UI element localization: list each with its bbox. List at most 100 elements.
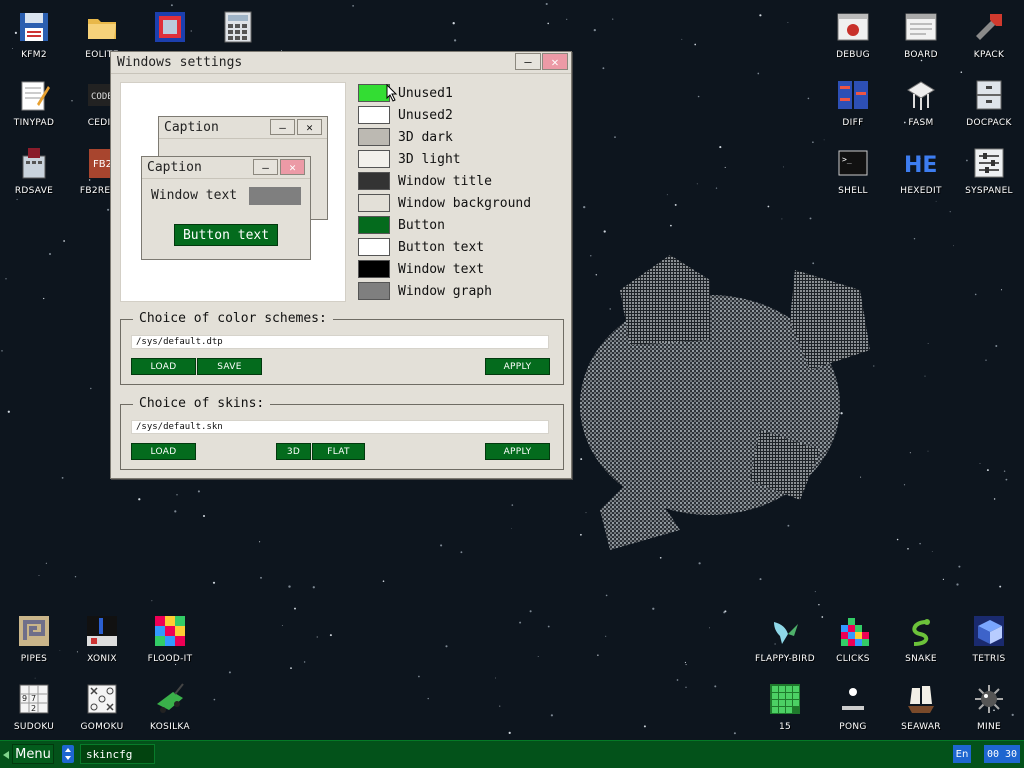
star: [759, 14, 762, 17]
color-row-window-text[interactable]: Window text: [358, 258, 568, 280]
load-skin-button[interactable]: LOAD: [131, 443, 196, 460]
color-row-window-graph[interactable]: Window graph: [358, 280, 568, 302]
color-row-3d-light[interactable]: 3D light: [358, 148, 568, 170]
desktop-icon-kpack[interactable]: KPACK: [955, 2, 1023, 68]
star: [985, 359, 987, 361]
star: [614, 136, 616, 138]
star: [329, 634, 332, 637]
pong-icon: [836, 682, 870, 716]
desktop-icon-fasm[interactable]: FASM: [887, 70, 955, 136]
debug-icon: [836, 10, 870, 44]
save-color-scheme-button[interactable]: SAVE: [197, 358, 262, 375]
xonix-icon: [85, 614, 119, 648]
skin-3d-button[interactable]: 3D: [276, 443, 311, 460]
skin-path-input[interactable]: /sys/default.skn: [131, 420, 549, 434]
color-label: Window background: [398, 195, 532, 211]
color-swatch[interactable]: [358, 106, 390, 124]
desktop-icon-flood-it[interactable]: FLOOD-IT: [136, 606, 204, 672]
desktop-icon-clicks[interactable]: CLICKS: [819, 606, 887, 672]
windows-settings-window[interactable]: Windows settings – ✕ Caption – ✕ Caption…: [110, 51, 572, 479]
preview-window-text: Window text: [151, 188, 238, 203]
desktop-icon-15[interactable]: 15: [751, 674, 819, 740]
color-row-unused2[interactable]: Unused2: [358, 104, 568, 126]
desktop-icon-pong[interactable]: PONG: [819, 674, 887, 740]
color-swatch[interactable]: [358, 172, 390, 190]
preview-button: Button text: [174, 224, 278, 246]
color-swatch[interactable]: [358, 150, 390, 168]
desktop-icon-rdsave[interactable]: RDSAVE: [0, 138, 68, 204]
star: [681, 38, 683, 40]
color-swatch[interactable]: [358, 128, 390, 146]
desktop-icon-label: SYSPANEL: [965, 186, 1013, 196]
folder-icon: [85, 10, 119, 44]
color-schemes-group: Choice of color schemes: /sys/default.dt…: [120, 311, 564, 385]
svg-text:7: 7: [31, 694, 36, 703]
window-titlebar[interactable]: Windows settings – ✕: [111, 52, 571, 74]
color-row-button-text[interactable]: Button text: [358, 236, 568, 258]
menu-button[interactable]: Menu: [12, 744, 54, 764]
taskbar-left-arrow-icon[interactable]: [2, 749, 10, 761]
color-list: Unused1 Unused2 3D dark 3D light Window …: [358, 82, 568, 302]
task-switch-icon[interactable]: [62, 745, 74, 763]
star: [812, 141, 814, 144]
desktop-icon-hexedit[interactable]: HE HEXEDIT: [887, 138, 955, 204]
desktop-icon-sudoku[interactable]: 792 SUDOKU: [0, 674, 68, 740]
color-swatch[interactable]: [358, 260, 390, 278]
star: [724, 166, 726, 168]
color-row-button[interactable]: Button: [358, 214, 568, 236]
star: [352, 5, 354, 7]
color-row-window-background[interactable]: Window background: [358, 192, 568, 214]
taskbar-task-skincfg[interactable]: skincfg: [80, 744, 155, 764]
color-label: Window text: [398, 261, 485, 277]
color-swatch[interactable]: [358, 282, 390, 300]
star: [685, 686, 687, 688]
desktop-icon-debug[interactable]: DEBUG: [819, 2, 887, 68]
desktop-icon-mine[interactable]: MINE: [955, 674, 1023, 740]
desktop-icon-syspanel[interactable]: SYSPANEL: [955, 138, 1023, 204]
desktop-icon-kfm2[interactable]: KFM2: [0, 2, 68, 68]
desktop-icon-diff[interactable]: DIFF: [819, 70, 887, 136]
skins-group: Choice of skins: /sys/default.skn LOAD 3…: [120, 396, 564, 470]
desktop-icon-gomoku[interactable]: GOMOKU: [68, 674, 136, 740]
skin-flat-button[interactable]: FLAT: [312, 443, 365, 460]
star: [107, 208, 110, 211]
desktop-icon-tetris[interactable]: TETRIS: [955, 606, 1023, 672]
desktop-icon-pipes[interactable]: PIPES: [0, 606, 68, 672]
kpack-icon: [972, 10, 1006, 44]
star: [566, 18, 568, 20]
minimize-button[interactable]: –: [515, 53, 541, 70]
desktop-icon-seawar[interactable]: SEAWAR: [887, 674, 955, 740]
board-icon: [904, 10, 938, 44]
desktop-icon-tinypad[interactable]: TINYPAD: [0, 70, 68, 136]
star: [508, 731, 511, 735]
color-swatch[interactable]: [358, 194, 390, 212]
star: [460, 551, 463, 554]
color-swatch[interactable]: [358, 216, 390, 234]
color-scheme-path-input[interactable]: /sys/default.dtp: [131, 335, 549, 349]
star: [733, 732, 736, 735]
star: [787, 22, 789, 24]
desktop-icon-kosilka[interactable]: KOSILKA: [136, 674, 204, 740]
star: [382, 580, 385, 582]
language-indicator[interactable]: En: [953, 745, 971, 763]
color-row-3d-dark[interactable]: 3D dark: [358, 126, 568, 148]
load-color-scheme-button[interactable]: LOAD: [131, 358, 196, 375]
apply-color-scheme-button[interactable]: APPLY: [485, 358, 550, 375]
desktop-icon-flappy-bird[interactable]: FLAPPY-BIRD: [751, 606, 819, 672]
star: [453, 39, 457, 42]
apply-skin-button[interactable]: APPLY: [485, 443, 550, 460]
color-label: Window graph: [398, 283, 492, 299]
preview-front-caption: Caption: [147, 160, 202, 175]
desktop-icon-board[interactable]: BOARD: [887, 2, 955, 68]
close-button[interactable]: ✕: [542, 53, 568, 70]
desktop-icon-xonix[interactable]: XONIX: [68, 606, 136, 672]
star: [537, 656, 539, 657]
color-row-window-title[interactable]: Window title: [358, 170, 568, 192]
desktop-icon-docpack[interactable]: DOCPACK: [955, 70, 1023, 136]
color-swatch[interactable]: [358, 238, 390, 256]
desktop-icon-snake[interactable]: SNAKE: [887, 606, 955, 672]
desktop-icon-shell[interactable]: >_ SHELL: [819, 138, 887, 204]
floppy-icon: [17, 10, 51, 44]
star: [993, 498, 996, 500]
clock[interactable]: 00 30: [984, 745, 1020, 763]
